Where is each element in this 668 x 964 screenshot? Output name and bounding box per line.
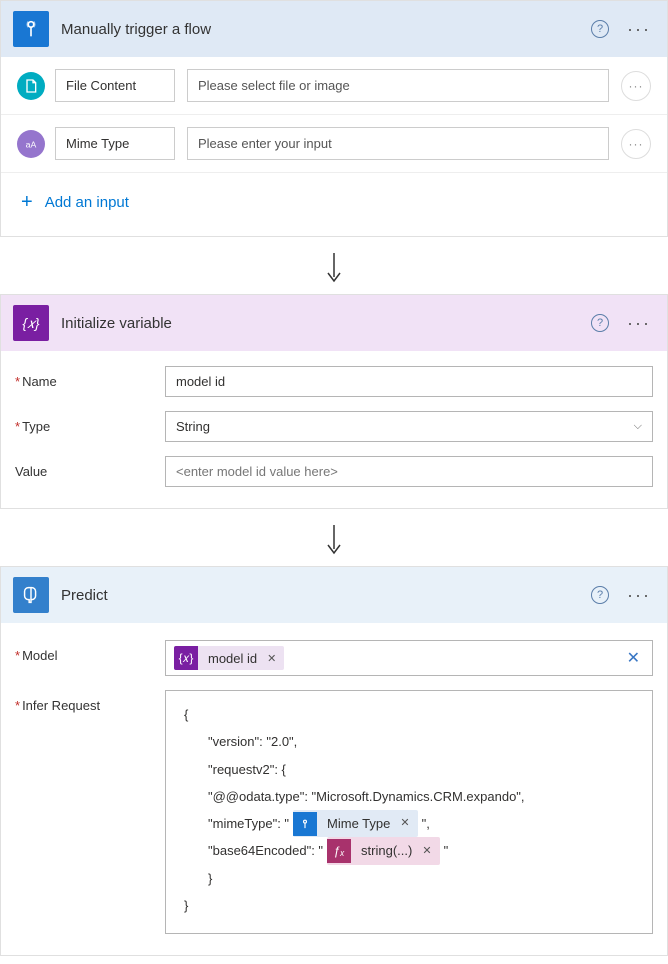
token-label: string(...) [351,837,420,864]
input-value[interactable]: Please enter your input [187,127,609,160]
more-icon[interactable]: ··· [623,313,655,334]
code-line: "base64Encoded": " ƒₓ string(...) ✕ " [184,837,638,864]
predict-title: Predict [61,587,591,604]
code-line: "@@odata.type": "Microsoft.Dynamics.CRM.… [184,783,638,810]
trigger-title: Manually trigger a flow [61,21,591,38]
value-input[interactable]: <enter model id value here> [165,456,653,487]
trigger-card: Manually trigger a flow ? ··· File Conte… [0,0,668,237]
row-more-icon[interactable]: ··· [621,129,651,159]
type-value: String [176,419,210,434]
help-icon[interactable]: ? [591,20,609,38]
code-line: } [184,892,638,919]
predict-card: Predict ? ··· Model {𝑥} model id ✕ ✕ Inf… [0,566,668,956]
trigger-icon [13,11,49,47]
text-icon: aA [17,130,45,158]
help-icon[interactable]: ? [591,586,609,604]
fx-token-icon: ƒₓ [327,839,351,863]
input-label[interactable]: File Content [55,69,175,102]
token-model-id[interactable]: {𝑥} model id ✕ [174,646,284,670]
add-input-label: Add an input [45,194,129,211]
model-input[interactable]: {𝑥} model id ✕ ✕ [165,640,653,676]
variable-icon: {𝑥} [13,305,49,341]
more-icon[interactable]: ··· [623,19,655,40]
predict-icon [13,577,49,613]
clear-icon[interactable]: ✕ [623,648,644,668]
model-label: Model [15,640,165,663]
token-mime-type[interactable]: Mime Type ✕ [293,810,418,837]
brain-icon [20,584,42,606]
more-icon[interactable]: ··· [623,585,655,606]
request-label: Infer Request [15,690,165,713]
request-input[interactable]: { "version": "2.0", "requestv2": { "@@od… [165,690,653,934]
add-input-button[interactable]: + Add an input [1,173,667,236]
help-icon[interactable]: ? [591,314,609,332]
touch-icon [20,18,42,40]
code-line: "version": "2.0", [184,728,638,755]
variable-header[interactable]: {𝑥} Initialize variable ? ··· [1,295,667,351]
token-label: model id [198,651,265,666]
token-label: Mime Type [317,810,398,837]
code-line: "requestv2": { [184,756,638,783]
trigger-token-icon [293,812,317,836]
chevron-down-icon: ⌵ [634,420,642,433]
token-remove-icon[interactable]: ✕ [420,840,439,863]
row-more-icon[interactable]: ··· [621,71,651,101]
token-remove-icon[interactable]: ✕ [265,652,284,665]
code-line: "mimeType": " Mime Type ✕ ", [184,810,638,837]
variable-token-icon: {𝑥} [174,646,198,670]
code-line: { [184,701,638,728]
arrow-connector [0,517,668,566]
variable-card: {𝑥} Initialize variable ? ··· Name model… [0,294,668,509]
name-input[interactable]: model id [165,366,653,397]
name-label: Name [15,366,165,389]
type-select[interactable]: String ⌵ [165,411,653,442]
predict-header[interactable]: Predict ? ··· [1,567,667,623]
fx-brace-icon: {𝑥} [22,315,39,332]
code-line: } [184,865,638,892]
plus-icon: + [21,191,33,214]
trigger-header[interactable]: Manually trigger a flow ? ··· [1,1,667,57]
input-row-file-content: File Content Please select file or image… [1,57,667,115]
variable-title: Initialize variable [61,315,591,332]
token-expression[interactable]: ƒₓ string(...) ✕ [327,837,440,864]
input-row-mime-type: aA Mime Type Please enter your input ··· [1,115,667,173]
svg-text:aA: aA [26,139,37,149]
arrow-connector [0,245,668,294]
token-remove-icon[interactable]: ✕ [398,812,417,835]
type-label: Type [15,411,165,434]
input-label[interactable]: Mime Type [55,127,175,160]
input-value[interactable]: Please select file or image [187,69,609,102]
value-label: Value [15,456,165,479]
file-icon [17,72,45,100]
